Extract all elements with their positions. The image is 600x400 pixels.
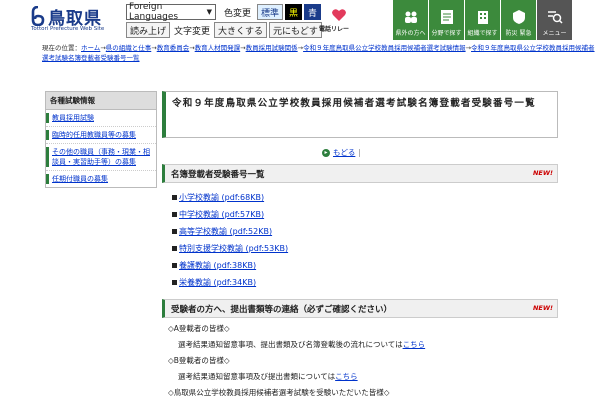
sidebar-item-other-staff[interactable]: その他の職員（事務・現業・相談員・実習助手等）の募集 <box>46 144 156 171</box>
notice-a-text: 選考結果通知留意事項、提出書類及び名簿登載後の流れについてはこちら <box>178 340 426 349</box>
breadcrumb-item[interactable]: 令和９年度鳥取県公立学校教員採用候補者選考試験情報 <box>303 44 466 52</box>
nav-menu[interactable]: メニュー <box>537 0 572 40</box>
font-change-label: 文字変更 <box>174 26 211 37</box>
color-change-label: 色変更 <box>224 8 252 19</box>
sidebar: 各種試験情報 教員採用試験 臨時的任用教職員等の募集 その他の職員（事務・現業・… <box>45 91 157 188</box>
notice-b-heading: ◇B登載者の皆様◇ <box>168 356 230 365</box>
list-item: 高等学校教諭 (pdf:52KB) <box>172 223 558 240</box>
pdf-link-elementary[interactable]: 小学校教諭 (pdf:68KB) <box>179 189 264 206</box>
phone-relay-link[interactable]: 電話リレー <box>319 8 355 36</box>
larger-text-button[interactable]: 大きくする <box>214 22 268 38</box>
notice-a-link[interactable]: こちら <box>403 340 426 349</box>
bullet-icon <box>172 212 177 217</box>
pdf-link-junior-high[interactable]: 中学校教諭 (pdf:57KB) <box>179 206 264 223</box>
tottori-mark-icon <box>31 6 45 26</box>
notice-a-heading: ◇A登載者の皆様◇ <box>168 324 230 333</box>
sidebar-item-teacher-exam[interactable]: 教員採用試験 <box>46 110 156 127</box>
bullet-icon <box>172 246 177 251</box>
site-logo[interactable]: 鳥取県 Tottori Prefecture Web Site <box>30 4 122 38</box>
breadcrumb-item[interactable]: 教育委員会 <box>157 44 190 52</box>
breadcrumb: 現在の位置：ホーム→県の組織と仕事→教育委員会→教育人材開発課→教員採用試験関係… <box>42 44 595 62</box>
main-content: 令和９年度鳥取県公立学校教員採用候補者選考試験名簿登載者受験番号一覧 ▸ もどる… <box>162 91 558 400</box>
read-aloud-button[interactable]: 読み上げ <box>126 22 171 38</box>
bullet-icon <box>172 195 177 200</box>
document-list: 小学校教諭 (pdf:68KB) 中学校教諭 (pdf:57KB) 高等学校教諭… <box>162 189 558 291</box>
notice-b-text: 選考結果通知留意事項及び提出書類についてはこちら <box>178 372 358 381</box>
new-badge: NEW! <box>532 304 553 312</box>
emergency-icon <box>511 9 527 25</box>
arrow-circle-icon: ▸ <box>322 148 330 157</box>
toc-links: ▸ もどる | <box>162 147 558 158</box>
color-black-button[interactable]: 黒 <box>285 4 303 20</box>
section-heading-list: 名簿登載者受験番号一覧 NEW! <box>162 164 558 183</box>
sidebar-item-fixed-term-staff[interactable]: 任期付職員の募集 <box>46 171 156 187</box>
menu-search-icon <box>547 9 563 25</box>
list-item: 養護教諭 (pdf:38KB) <box>172 257 558 274</box>
list-item: 中学校教諭 (pdf:57KB) <box>172 206 558 223</box>
nav-by-organization[interactable]: 組織で探す <box>465 0 500 40</box>
list-item: 栄養教諭 (pdf:34KB) <box>172 274 558 291</box>
nav-outside-visitors[interactable]: 県外の方へ <box>393 0 428 40</box>
list-item: 特別支援学校教諭 (pdf:53KB) <box>172 240 558 257</box>
nav-by-field[interactable]: 分野で探す <box>429 0 464 40</box>
breadcrumb-item[interactable]: 県の組織と仕事 <box>106 44 152 52</box>
notice-b-link[interactable]: こちら <box>335 372 358 381</box>
notice-c-heading: ◇鳥取県公立学校教員採用候補者選考試験を受験いただいた皆様◇ <box>168 388 390 397</box>
language-select[interactable]: Foreign Languages ▼ <box>126 2 216 22</box>
chevron-down-icon: ▼ <box>206 8 212 16</box>
back-link[interactable]: もどる <box>333 147 355 158</box>
heart-icon <box>332 9 346 21</box>
section-heading-notice: 受験者の方へ、提出書類等の連絡（必ずご確認ください） NEW! <box>162 299 558 318</box>
sidebar-heading: 各種試験情報 <box>46 92 156 110</box>
bullet-icon <box>172 263 177 268</box>
page-title: 令和９年度鳥取県公立学校教員採用候補者選考試験名簿登載者受験番号一覧 <box>162 91 558 138</box>
pdf-link-special-support[interactable]: 特別支援学校教諭 (pdf:53KB) <box>179 240 288 257</box>
list-item: 小学校教諭 (pdf:68KB) <box>172 189 558 206</box>
breadcrumb-item[interactable]: 教員採用試験関係 <box>246 44 298 52</box>
reset-text-button[interactable]: 元にもどす <box>269 22 322 38</box>
sidebar-item-temporary-staff[interactable]: 臨時的任用教職員等の募集 <box>46 127 156 144</box>
color-standard-button[interactable]: 標準 <box>257 4 284 20</box>
breadcrumb-item[interactable]: 教育人材開発課 <box>195 44 241 52</box>
site-subtitle: Tottori Prefecture Web Site <box>31 26 105 32</box>
pdf-link-high-school[interactable]: 高等学校教諭 (pdf:52KB) <box>179 223 272 240</box>
people-icon <box>403 9 419 25</box>
breadcrumb-item[interactable]: ホーム <box>81 44 100 52</box>
document-icon <box>439 9 455 25</box>
bullet-icon <box>172 229 177 234</box>
bullet-icon <box>172 280 177 285</box>
new-badge: NEW! <box>532 169 553 177</box>
notice-section: ◇A登載者の皆様◇ 選考結果通知留意事項、提出書類及び名簿登載後の流れについては… <box>162 322 558 400</box>
nav-emergency[interactable]: 防災 緊急 <box>501 0 536 40</box>
site-header: 鳥取県 Tottori Prefecture Web Site Foreign … <box>0 0 600 40</box>
building-icon <box>475 9 491 25</box>
pdf-link-nutrition[interactable]: 栄養教諭 (pdf:34KB) <box>179 274 256 291</box>
pdf-link-nursing[interactable]: 養護教諭 (pdf:38KB) <box>179 257 256 274</box>
